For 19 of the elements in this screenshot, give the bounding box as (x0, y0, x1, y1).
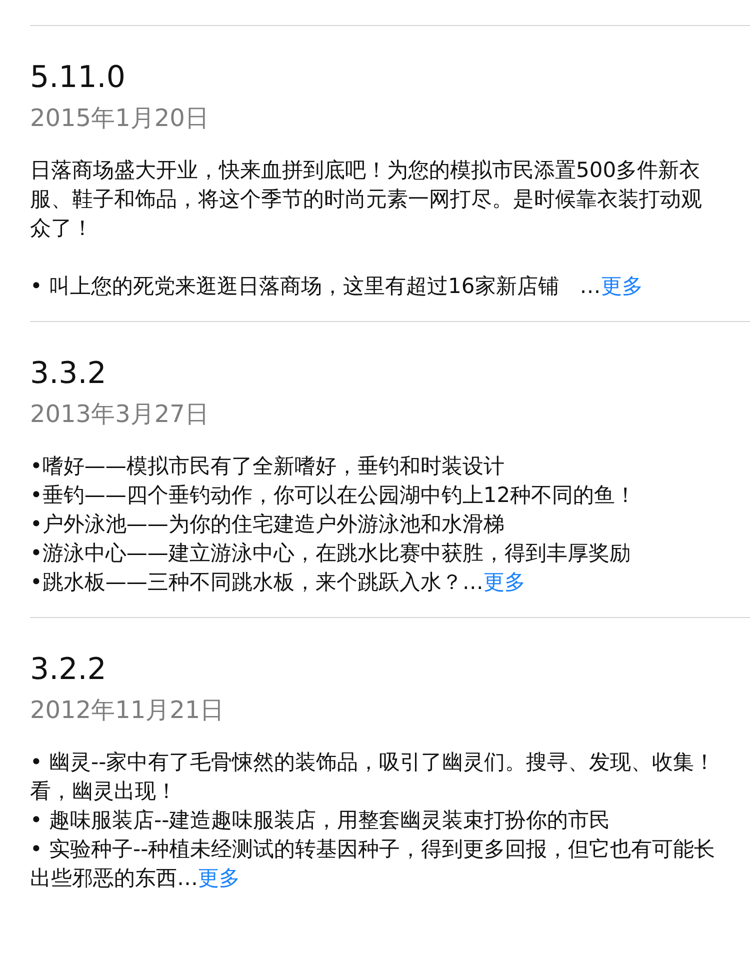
release-date: 2013年3月27日 (30, 399, 210, 430)
version-number: 3.3.2 (30, 356, 108, 392)
release-note: • 趣味服装店--建造趣味服装店，用整套幽灵装束打扮你的市民 (30, 807, 612, 834)
more-link[interactable]: 更多 (600, 274, 643, 298)
release-note: • 幽灵--家中有了毛骨悚然的装饰品，吸引了幽灵们。搜寻、发现、收集！看，幽灵出现！ (30, 749, 716, 805)
release-note: •游泳中心——建立游泳中心，在跳水比赛中获胜，得到丰厚奖励 (30, 540, 632, 567)
release-note: •跳水板——三种不同跳水板，来个跳跃入水？…更多 (30, 569, 526, 596)
release-note: • 叫上您的死党来逛逛日落商场，这里有超过16家新店铺 …更多 (30, 273, 644, 300)
release-date: 2012年11月21日 (30, 695, 226, 726)
release-date: 2015年1月20日 (30, 103, 210, 134)
release-note: •嗜好——模拟市民有了全新嗜好，垂钓和时装设计 (30, 453, 506, 480)
more-link[interactable]: 更多 (483, 570, 526, 594)
release-note: •垂钓——四个垂钓动作，你可以在公园湖中钓上12种不同的鱼！ (30, 482, 638, 509)
more-link[interactable]: 更多 (198, 866, 240, 890)
release-note: •户外泳池——为你的住宅建造户外游泳池和水滑梯 (30, 511, 506, 538)
version-number: 3.2.2 (30, 652, 108, 688)
release-note: 日落商场盛大开业，快来血拼到底吧！为您的模拟市民添置500多件新衣服、鞋子和饰品，将这个季节的时尚元素一网打尽。是时候靠衣装打动观众了！ (30, 157, 703, 242)
release-note: • 实验种子--种植未经测试的转基因种子，得到更多回报，但它也有可能长出些邪恶的东西…更多 (30, 836, 716, 892)
version-number: 5.11.0 (30, 60, 126, 96)
